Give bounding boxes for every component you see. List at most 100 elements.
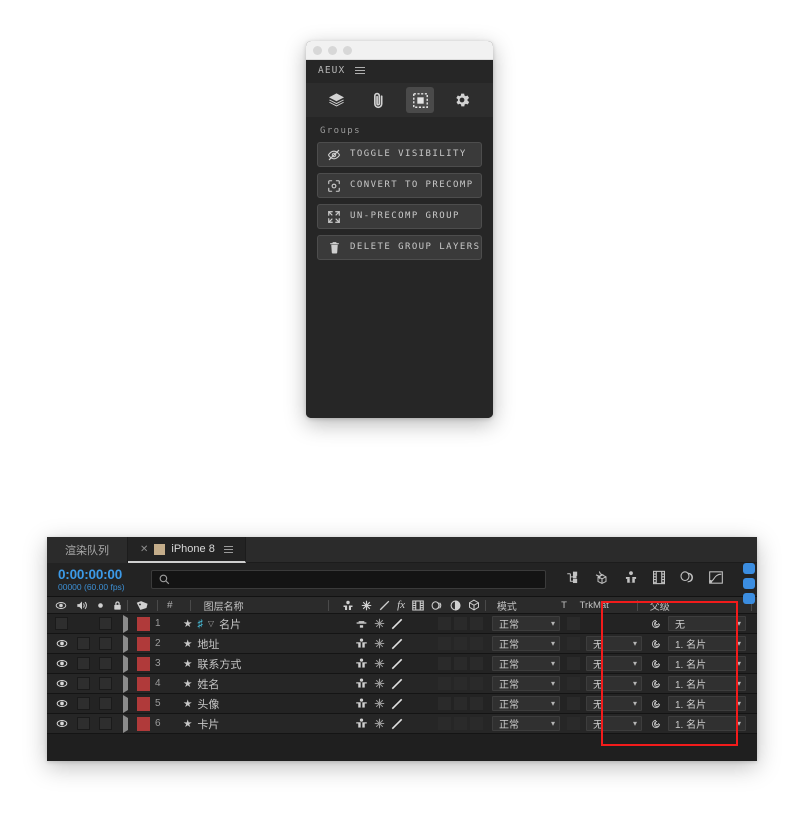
- table-row[interactable]: 6 ★ 卡片 正常 ▾ 无 ▾ 1. 名片 ▾: [47, 714, 757, 734]
- trkmat-dropdown[interactable]: 无 ▾: [586, 656, 642, 671]
- lock-toggle[interactable]: [99, 657, 112, 670]
- lock-toggle[interactable]: [99, 697, 112, 710]
- switch-box[interactable]: [470, 717, 483, 730]
- switch-box[interactable]: [454, 657, 467, 670]
- table-row[interactable]: 5 ★ 头像 正常 ▾ 无 ▾ 1. 名片 ▾: [47, 694, 757, 714]
- quality-icon[interactable]: [374, 678, 385, 689]
- label-color-swatch[interactable]: [137, 716, 150, 731]
- table-row[interactable]: 3 ★ 联系方式 正常 ▾ 无 ▾ 1. 名片 ▾: [47, 654, 757, 674]
- switch-box[interactable]: [438, 697, 451, 710]
- pickwhip-icon[interactable]: [650, 718, 662, 730]
- label-color-swatch[interactable]: [137, 676, 150, 691]
- t-toggle[interactable]: [567, 697, 580, 710]
- window-titlebar[interactable]: [306, 41, 493, 60]
- switch-box[interactable]: [454, 717, 467, 730]
- layer-name-cell[interactable]: ★ 头像: [176, 696, 346, 712]
- layer-name-cell[interactable]: ★ 卡片: [176, 716, 346, 732]
- un-precomp-group-button[interactable]: UN-PRECOMP GROUP: [317, 204, 482, 229]
- switch-box[interactable]: [454, 637, 467, 650]
- adjustment-icon[interactable]: [450, 600, 461, 611]
- group-selection-icon[interactable]: [406, 87, 435, 113]
- header-mode[interactable]: 模式: [491, 597, 561, 613]
- frame-blend-icon[interactable]: [412, 599, 424, 611]
- video-eye-icon[interactable]: [55, 601, 67, 610]
- solo-toggle[interactable]: [77, 677, 90, 690]
- header-number[interactable]: #: [163, 597, 185, 613]
- mode-dropdown[interactable]: 正常 ▾: [492, 616, 560, 631]
- quality-icon[interactable]: [374, 618, 385, 629]
- parent-dropdown[interactable]: 1. 名片 ▾: [668, 676, 746, 691]
- toggle-visibility-button[interactable]: TOGGLE VISIBILITY: [317, 142, 482, 167]
- switch-box[interactable]: [470, 657, 483, 670]
- shy-icon[interactable]: [355, 638, 368, 649]
- motion-blur-icon[interactable]: [679, 570, 695, 590]
- 3d-icon[interactable]: [468, 599, 480, 611]
- motion-blur-icon[interactable]: [431, 600, 443, 611]
- header-layer-name[interactable]: 图层名称: [196, 597, 324, 613]
- trkmat-dropdown[interactable]: 无 ▾: [586, 636, 642, 651]
- solo-toggle[interactable]: [77, 697, 90, 710]
- shy-icon[interactable]: [355, 619, 368, 629]
- pickwhip-icon[interactable]: [650, 678, 662, 690]
- switch-box[interactable]: [470, 617, 483, 630]
- blue-marker[interactable]: [743, 563, 755, 574]
- collapse-icon[interactable]: [391, 618, 403, 630]
- label-color-swatch[interactable]: [137, 616, 150, 631]
- t-toggle[interactable]: [567, 717, 580, 730]
- collapse-icon[interactable]: [391, 658, 403, 670]
- label-color-swatch[interactable]: [137, 696, 150, 711]
- tab-render-queue[interactable]: 渲染队列: [47, 537, 128, 563]
- trkmat-dropdown[interactable]: 无 ▾: [586, 696, 642, 711]
- pickwhip-icon[interactable]: [650, 638, 662, 650]
- convert-to-precomp-button[interactable]: CONVERT TO PRECOMP: [317, 173, 482, 198]
- hamburger-menu-icon[interactable]: [355, 66, 366, 75]
- layer-name-cell[interactable]: ★ 姓名: [176, 676, 346, 692]
- parent-dropdown[interactable]: 1. 名片 ▾: [668, 636, 746, 651]
- collapse-icon[interactable]: [391, 718, 403, 730]
- mode-dropdown[interactable]: 正常 ▾: [492, 656, 560, 671]
- switch-box[interactable]: [438, 657, 451, 670]
- table-row[interactable]: 4 ★ 姓名 正常 ▾ 无 ▾ 1. 名片 ▾: [47, 674, 757, 694]
- mode-dropdown[interactable]: 正常 ▾: [492, 676, 560, 691]
- switch-box[interactable]: [454, 677, 467, 690]
- expand-arrow-cell[interactable]: [123, 654, 137, 673]
- shy-icon[interactable]: [355, 658, 368, 669]
- expand-arrow-cell[interactable]: [123, 674, 137, 693]
- switch-box[interactable]: [470, 677, 483, 690]
- video-toggle[interactable]: [55, 697, 68, 710]
- lock-toggle[interactable]: [99, 677, 112, 690]
- pickwhip-icon[interactable]: [650, 698, 662, 710]
- mode-dropdown[interactable]: 正常 ▾: [492, 636, 560, 651]
- collapse-icon[interactable]: [391, 698, 403, 710]
- effects-fx-icon[interactable]: fx: [397, 599, 405, 611]
- parent-dropdown[interactable]: 1. 名片 ▾: [668, 696, 746, 711]
- label-tag-icon[interactable]: [136, 600, 149, 611]
- layer-name-cell[interactable]: ★ ♯ ▽ 名片: [176, 616, 346, 632]
- solo-toggle[interactable]: [77, 717, 90, 730]
- layers-icon[interactable]: [323, 87, 351, 113]
- quality-icon[interactable]: [374, 698, 385, 709]
- video-toggle[interactable]: [55, 677, 68, 690]
- collapse-icon[interactable]: [379, 600, 390, 611]
- expand-arrow-cell[interactable]: [123, 714, 137, 733]
- maximize-button[interactable]: [343, 45, 352, 55]
- current-timecode[interactable]: 0:00:00:00 00000 (60.00 fps): [53, 567, 145, 592]
- header-parent[interactable]: 父级: [643, 597, 747, 613]
- pickwhip-icon[interactable]: [650, 658, 662, 670]
- switch-box[interactable]: [454, 697, 467, 710]
- table-row[interactable]: 2 ★ 地址 正常 ▾ 无 ▾ 1. 名片 ▾: [47, 634, 757, 654]
- collapse-icon[interactable]: [391, 638, 403, 650]
- quality-icon[interactable]: [374, 718, 385, 729]
- switch-box[interactable]: [438, 717, 451, 730]
- minimize-button[interactable]: [328, 45, 337, 55]
- expand-arrow-cell[interactable]: [123, 694, 137, 713]
- t-toggle[interactable]: [567, 637, 580, 650]
- shy-icon[interactable]: [355, 678, 368, 689]
- composition-mini-flowchart-icon[interactable]: [566, 571, 581, 589]
- tab-menu-icon[interactable]: [223, 545, 233, 553]
- trkmat-dropdown[interactable]: 无 ▾: [586, 716, 642, 731]
- switch-box[interactable]: [438, 677, 451, 690]
- search-input[interactable]: [151, 570, 546, 589]
- layer-name-cell[interactable]: ★ 联系方式: [176, 656, 346, 672]
- switch-box[interactable]: [470, 637, 483, 650]
